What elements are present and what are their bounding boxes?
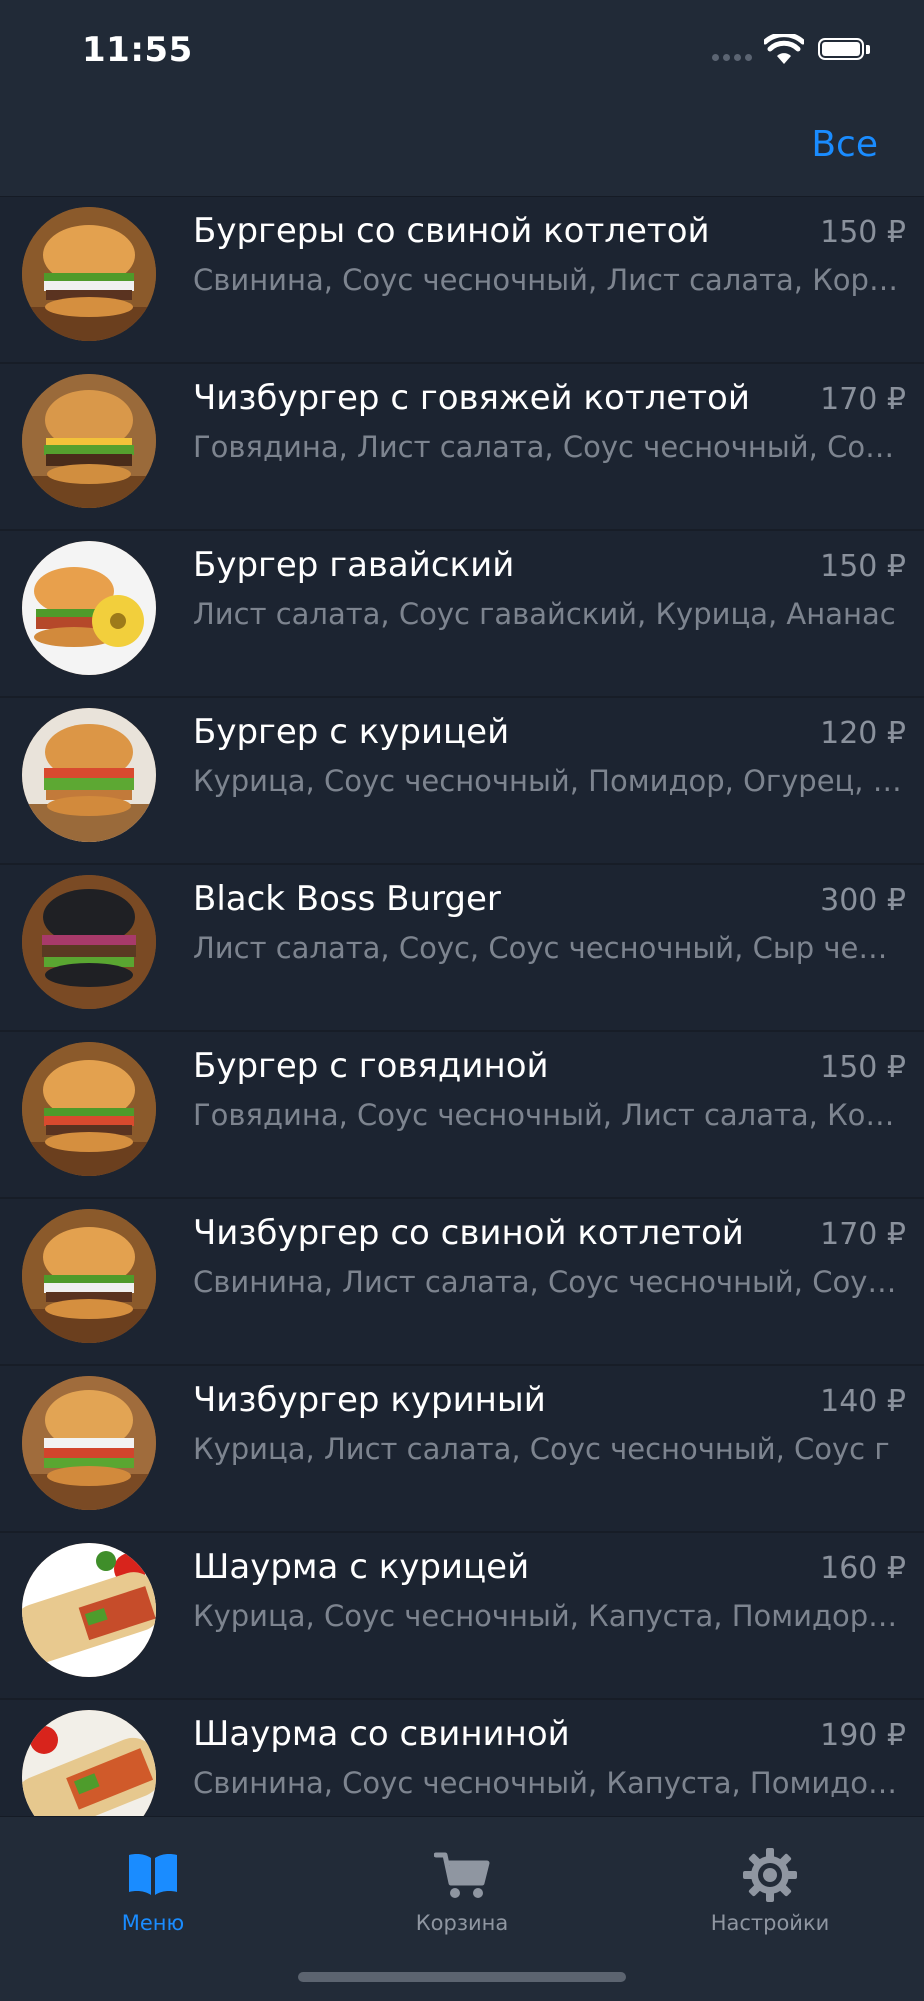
item-description: Курица, Соус чесночный, Капуста, Помидор… bbox=[193, 1599, 905, 1633]
item-price: 300 ₽ bbox=[820, 883, 906, 918]
item-description: Лист салата, Соус, Соус чесночный, Сыр ч… bbox=[193, 931, 905, 965]
burger-thumbnail bbox=[22, 207, 156, 341]
tab-cart-label: Корзина bbox=[415, 1911, 509, 1935]
list-item[interactable]: Чизбургер со свиной котлетой 170 ₽ Свини… bbox=[0, 1199, 924, 1366]
black-burger-thumbnail bbox=[22, 875, 156, 1009]
item-description: Лист салата, Соус гавайский, Курица, Ана… bbox=[193, 597, 896, 631]
home-indicator bbox=[298, 1972, 626, 1982]
cellular-signal-icon bbox=[712, 54, 756, 64]
burger-thumbnail bbox=[22, 1042, 156, 1176]
list-item[interactable]: Бургер с курицей 120 ₽ Курица, Соус чесн… bbox=[0, 698, 924, 865]
item-title: Чизбургер со свиной котлетой bbox=[193, 1213, 744, 1253]
shawarma-thumbnail bbox=[22, 1710, 156, 1817]
item-price: 170 ₽ bbox=[820, 382, 906, 417]
item-title: Чизбургер с говяжей котлетой bbox=[193, 378, 750, 418]
item-price: 120 ₽ bbox=[820, 716, 906, 751]
item-description: Курица, Лист салата, Соус чесночный, Соу… bbox=[193, 1432, 890, 1466]
item-price: 190 ₽ bbox=[820, 1718, 906, 1753]
item-price: 170 ₽ bbox=[820, 1217, 906, 1252]
book-icon bbox=[129, 1854, 177, 1895]
item-description: Говядина, Лист салата, Соус чесночный, С… bbox=[193, 430, 905, 464]
status-bar: 11:55 bbox=[0, 0, 924, 100]
shawarma-thumbnail bbox=[22, 1543, 156, 1677]
item-description: Говядина, Соус чесночный, Лист салата, К… bbox=[193, 1098, 905, 1132]
list-item[interactable]: Чизбургер с говяжей котлетой 170 ₽ Говяд… bbox=[0, 364, 924, 531]
item-description: Свинина, Соус чесночный, Лист салата, Ко… bbox=[193, 263, 905, 297]
gear-icon bbox=[743, 1848, 797, 1902]
item-title: Шаурма со свининой bbox=[193, 1714, 570, 1754]
burger-thumbnail bbox=[22, 1376, 156, 1510]
list-item[interactable]: Black Boss Burger 300 ₽ Лист салата, Соу… bbox=[0, 865, 924, 1032]
burger-thumbnail bbox=[22, 374, 156, 508]
item-price: 140 ₽ bbox=[820, 1384, 906, 1419]
status-time: 11:55 bbox=[82, 30, 193, 70]
item-description: Курица, Соус чесночный, Помидор, Огурец,… bbox=[193, 764, 905, 798]
item-title: Бургер гавайский bbox=[193, 545, 515, 585]
item-title: Бургер с говядиной bbox=[193, 1046, 549, 1086]
list-item[interactable]: Бургер с говядиной 150 ₽ Говядина, Соус … bbox=[0, 1032, 924, 1199]
item-title: Бургеры со свиной котлетой bbox=[193, 211, 710, 251]
item-title: Бургер с курицей bbox=[193, 712, 510, 752]
item-price: 150 ₽ bbox=[820, 549, 906, 584]
list-item[interactable]: Чизбургер куриный 140 ₽ Курица, Лист сал… bbox=[0, 1366, 924, 1533]
tab-cart[interactable]: Корзина bbox=[352, 1837, 572, 1947]
item-price: 150 ₽ bbox=[820, 215, 906, 250]
menu-list[interactable]: Бургеры со свиной котлетой 150 ₽ Свинина… bbox=[0, 197, 924, 1817]
cart-icon bbox=[434, 1852, 490, 1898]
tab-menu[interactable]: Меню bbox=[43, 1837, 263, 1947]
list-item[interactable]: Бургер гавайский 150 ₽ Лист салата, Соус… bbox=[0, 531, 924, 698]
tab-settings[interactable]: Настройки bbox=[660, 1837, 880, 1947]
battery-icon bbox=[818, 38, 870, 62]
list-item[interactable]: Бургеры со свиной котлетой 150 ₽ Свинина… bbox=[0, 197, 924, 364]
hawaiian-burger-thumbnail bbox=[22, 541, 156, 675]
item-description: Свинина, Соус чесночный, Капуста, Помидо… bbox=[193, 1766, 905, 1800]
item-price: 160 ₽ bbox=[820, 1551, 906, 1586]
tab-settings-label: Настройки bbox=[710, 1911, 830, 1935]
navigation-bar: Все bbox=[0, 100, 924, 197]
item-title: Шаурма с курицей bbox=[193, 1547, 530, 1587]
burger-thumbnail bbox=[22, 708, 156, 842]
item-title: Чизбургер куриный bbox=[193, 1380, 546, 1420]
list-item[interactable]: Шаурма со свининой 190 ₽ Свинина, Соус ч… bbox=[0, 1700, 924, 1817]
burger-thumbnail bbox=[22, 1209, 156, 1343]
item-description: Свинина, Лист салата, Соус чесночный, Со… bbox=[193, 1265, 905, 1299]
wifi-icon bbox=[764, 34, 804, 64]
tab-menu-label: Меню bbox=[121, 1911, 185, 1935]
item-price: 150 ₽ bbox=[820, 1050, 906, 1085]
item-title: Black Boss Burger bbox=[193, 879, 501, 919]
all-filter-button[interactable]: Все bbox=[811, 124, 878, 165]
list-item[interactable]: Шаурма с курицей 160 ₽ Курица, Соус чесн… bbox=[0, 1533, 924, 1700]
